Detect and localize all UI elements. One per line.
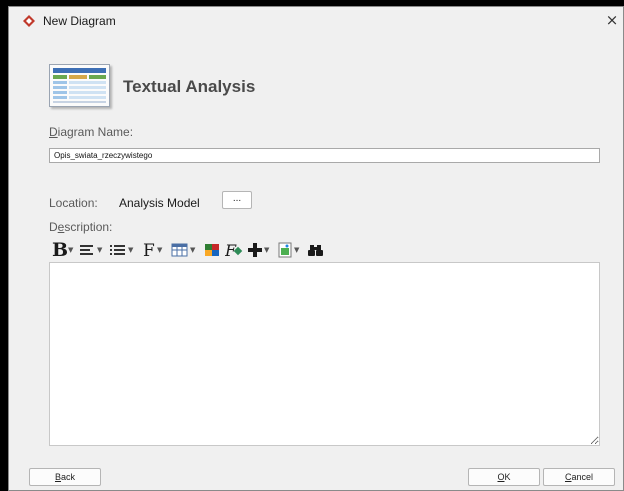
new-diagram-dialog: New Diagram × Textual Analysis Diagram N… (8, 6, 624, 491)
cancel-label: ancel (571, 472, 593, 482)
list-icon (110, 245, 125, 255)
description-label-text: scription: (64, 220, 113, 234)
ok-label: K (504, 472, 511, 482)
table-icon (171, 243, 188, 257)
chevron-down-icon: ▼ (294, 246, 300, 254)
ok-mnemonic: O (497, 472, 505, 482)
back-label: ack (61, 472, 76, 482)
description-label-first: D (49, 220, 58, 234)
image-button[interactable]: ▼ (277, 239, 305, 259)
color-icon (205, 244, 219, 256)
textual-analysis-icon (49, 64, 110, 107)
insert-icon (248, 243, 262, 257)
description-textarea[interactable] (49, 262, 600, 446)
table-button[interactable]: ▼ (171, 239, 201, 259)
description-label: Description: (49, 220, 112, 234)
location-value: Analysis Model (119, 196, 200, 210)
insert-button[interactable]: ▼ (247, 239, 275, 259)
svg-text:B: B (52, 239, 68, 259)
clear-format-icon: F (224, 241, 243, 260)
chevron-down-icon: ▼ (128, 246, 134, 254)
description-toolbar: B ▼ ▼ ▼ F ▼ ▼ F ▼ ▼ (49, 239, 409, 261)
diagram-name-input[interactable] (49, 148, 600, 163)
font-button[interactable]: F ▼ (142, 239, 170, 261)
window-title: New Diagram (43, 14, 116, 28)
bold-button[interactable]: B ▼ (51, 239, 77, 261)
color-button[interactable] (204, 239, 222, 259)
location-label: Location: (49, 196, 98, 210)
align-button[interactable]: ▼ (79, 239, 107, 259)
font-icon: F (143, 241, 155, 261)
chevron-down-icon: ▼ (68, 246, 74, 254)
image-icon (278, 242, 292, 258)
chevron-down-icon: ▼ (157, 246, 163, 254)
cancel-button[interactable]: Cancel (543, 468, 615, 486)
ok-button[interactable]: OK (468, 468, 540, 486)
chevron-down-icon: ▼ (264, 246, 270, 254)
clear-format-button[interactable]: F (224, 239, 243, 260)
diagram-name-label-mnemonic: D (49, 125, 58, 139)
chevron-down-icon: ▼ (97, 246, 103, 254)
location-browse-button[interactable]: ... (222, 191, 252, 209)
find-icon (308, 245, 323, 256)
app-icon (23, 15, 35, 27)
diagram-name-label-text: iagram Name: (57, 125, 134, 139)
align-icon (80, 245, 93, 255)
title-bar: New Diagram × (9, 7, 623, 35)
close-button[interactable]: × (601, 9, 623, 31)
diagram-preview-icon (53, 68, 106, 103)
diagram-name-label: Diagram Name: (49, 125, 133, 139)
list-button[interactable]: ▼ (109, 239, 139, 259)
chevron-down-icon: ▼ (190, 246, 196, 254)
svg-text:F: F (143, 241, 155, 259)
find-button[interactable] (307, 239, 325, 259)
diagram-type-title: Textual Analysis (123, 77, 256, 96)
bold-icon: B (52, 239, 68, 261)
back-button[interactable]: Back (29, 468, 101, 486)
